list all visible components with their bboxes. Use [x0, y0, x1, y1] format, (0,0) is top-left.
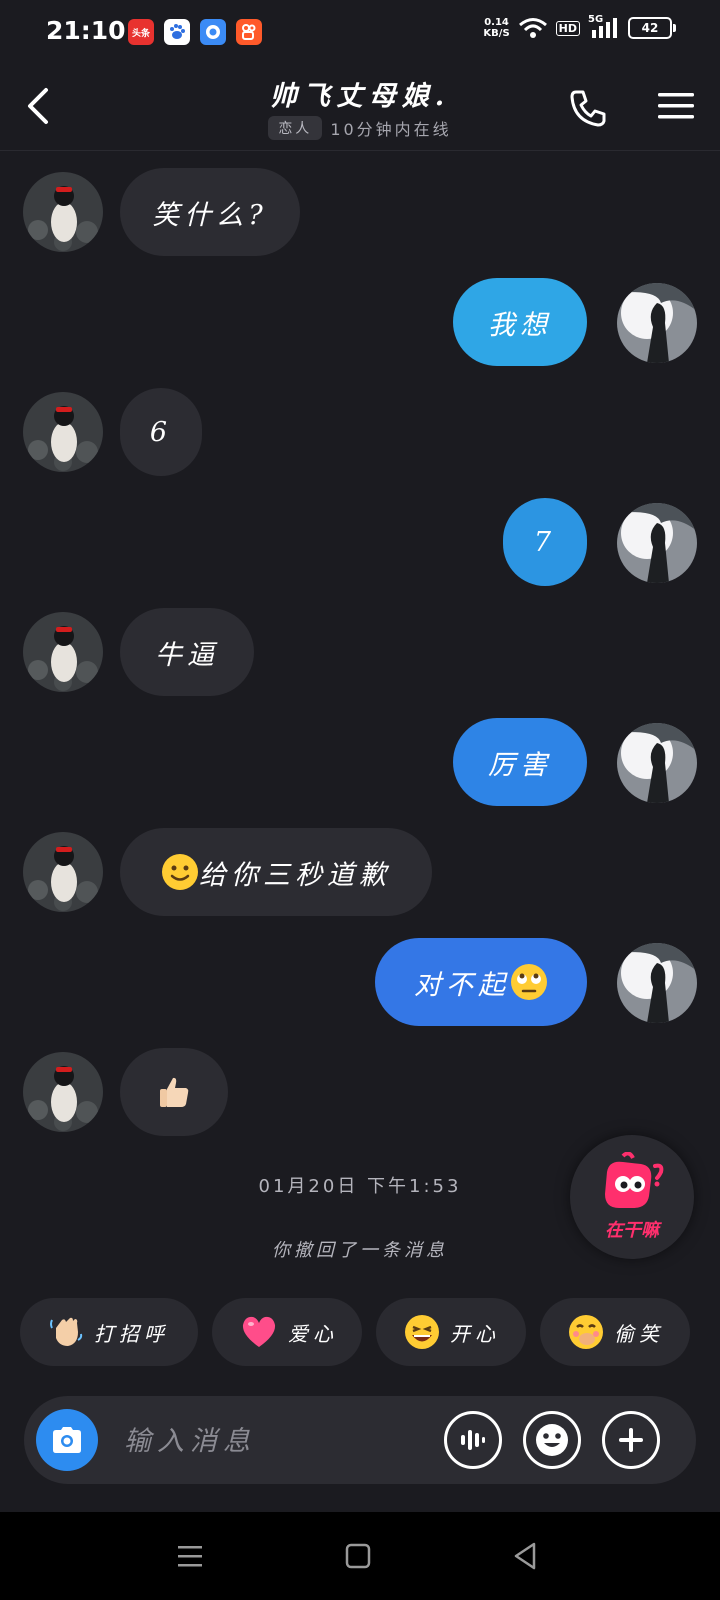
kuaishou-app-icon — [236, 19, 262, 45]
net-speed-unit: KB/S — [483, 28, 510, 39]
camera-icon — [53, 1427, 81, 1453]
chat-subtitle: 恋人 10分钟内在线 — [0, 116, 720, 140]
chat-header: 帅飞丈母娘. 恋人 10分钟内在线 — [0, 64, 720, 151]
message-input-bar — [24, 1396, 696, 1484]
eye-roll-emoji — [511, 964, 547, 1000]
camera-button[interactable] — [36, 1409, 98, 1471]
laughing-face-icon — [405, 1315, 439, 1349]
message-text: 给你三秒道歉 — [199, 859, 391, 891]
browser-app-icon — [200, 19, 226, 45]
contact-avatar[interactable] — [23, 612, 103, 692]
online-status: 10分钟内在线 — [330, 120, 452, 139]
heart-icon — [242, 1316, 276, 1347]
home-icon[interactable] — [338, 1536, 378, 1576]
status-time: 21:10 — [46, 16, 126, 45]
message-text: 厉害 — [488, 749, 552, 781]
my-avatar[interactable] — [617, 723, 697, 803]
message-bubble-outgoing[interactable]: 厉害 — [453, 718, 587, 806]
phone-call-button[interactable] — [566, 86, 610, 130]
baidu-app-icon — [164, 19, 190, 45]
message-text: 牛逼 — [155, 639, 219, 671]
quick-reply-heart[interactable]: 爱心 — [212, 1298, 362, 1366]
zaiganma-mascot-icon — [605, 1152, 664, 1208]
thumbs-up-emoji — [160, 1077, 189, 1107]
message-bubble-incoming[interactable]: 给你三秒道歉 — [120, 828, 432, 916]
chat-title: 帅飞丈母娘. — [269, 81, 451, 112]
quick-reply-giggle[interactable]: 偷笑 — [540, 1298, 690, 1366]
zaiganma-label: 在干嘛 — [605, 1220, 659, 1241]
message-text: 7 — [533, 526, 557, 558]
message-bubble-outgoing[interactable]: 我想 — [453, 278, 587, 366]
message-bubble-incoming[interactable]: 牛逼 — [120, 608, 254, 696]
message-bubble-outgoing[interactable]: 7 — [503, 498, 587, 586]
message-text: 6 — [149, 416, 173, 448]
slightly-smiling-emoji — [162, 854, 198, 890]
message-text: 对不起 — [414, 969, 510, 1001]
signal-label: 5G — [588, 14, 604, 25]
status-indicators: 0.14 KB/S HD 5G 42 — [483, 14, 676, 40]
contact-avatar[interactable] — [23, 172, 103, 252]
my-avatar[interactable] — [617, 283, 697, 363]
status-bar: 21:10 头条 0.14 KB/S HD 5G 42 — [0, 0, 720, 64]
contact-avatar[interactable] — [23, 392, 103, 472]
chip-label: 开心 — [450, 1321, 500, 1346]
more-plus-button[interactable] — [602, 1411, 660, 1469]
message-input[interactable] — [122, 1422, 426, 1460]
voice-button[interactable] — [444, 1411, 502, 1469]
quick-reply-happy[interactable]: 开心 — [376, 1298, 526, 1366]
message-bubble-incoming[interactable]: 6 — [120, 388, 202, 476]
message-text: 笑什么? — [152, 199, 268, 231]
chip-label: 爱心 — [288, 1321, 338, 1346]
signal-icon: 5G — [588, 14, 620, 40]
quick-reply-wave[interactable]: 打招呼 — [20, 1298, 198, 1366]
back-nav-icon[interactable] — [506, 1536, 546, 1576]
contact-avatar[interactable] — [23, 1052, 103, 1132]
giggling-face-icon — [569, 1315, 603, 1349]
voice-waveform-icon — [461, 1430, 485, 1450]
message-bubble-outgoing[interactable]: 对不起 — [375, 938, 587, 1026]
battery-icon: 42 — [628, 17, 676, 39]
zaiganma-float-button[interactable]: 在干嘛 — [570, 1135, 694, 1259]
emoji-button[interactable] — [523, 1411, 581, 1469]
toutiao-app-icon: 头条 — [128, 19, 154, 45]
message-bubble-incoming[interactable] — [120, 1048, 228, 1136]
hd-icon: HD — [555, 20, 580, 36]
plus-icon — [619, 1428, 643, 1452]
chip-label: 偷笑 — [614, 1321, 664, 1346]
smiley-icon — [536, 1424, 568, 1456]
status-app-icons: 头条 — [128, 19, 262, 45]
message-text: 我想 — [488, 309, 552, 341]
wifi-icon — [518, 18, 547, 38]
net-speed: 0.14 KB/S — [483, 17, 509, 39]
recent-apps-icon[interactable] — [170, 1536, 210, 1576]
contact-avatar[interactable] — [23, 832, 103, 912]
net-speed-value: 0.14 — [484, 17, 509, 28]
system-navigation-bar — [0, 1512, 720, 1600]
message-bubble-incoming[interactable]: 笑什么? — [120, 168, 300, 256]
chip-label: 打招呼 — [94, 1321, 169, 1346]
waving-hand-icon — [50, 1317, 83, 1346]
relationship-tag: 恋人 — [268, 116, 323, 140]
my-avatar[interactable] — [617, 503, 697, 583]
menu-button[interactable] — [656, 88, 696, 124]
quick-reply-bar: 打招呼 爱心 开心 偷笑 — [20, 1298, 710, 1368]
my-avatar[interactable] — [617, 943, 697, 1023]
